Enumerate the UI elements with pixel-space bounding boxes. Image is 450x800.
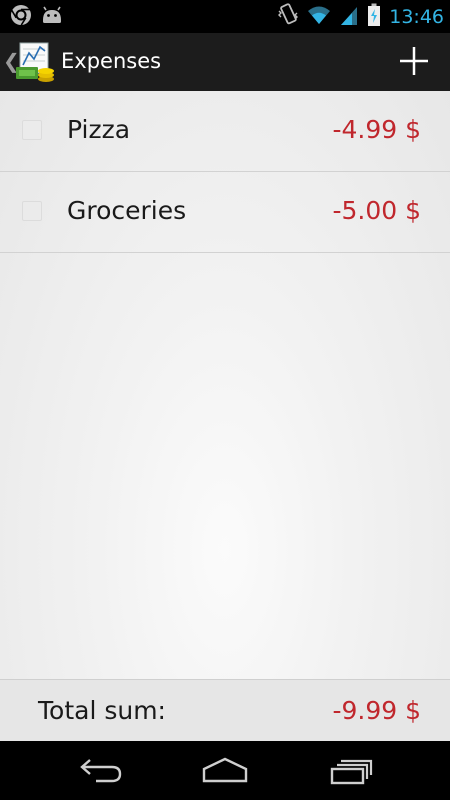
android-icon (40, 4, 64, 30)
status-bar: 13:46 (0, 0, 450, 33)
plus-icon (400, 47, 428, 75)
expense-amount: -5.00 $ (332, 196, 421, 225)
status-left (10, 4, 64, 30)
total-bar: Total sum: -9.99 $ (0, 679, 450, 742)
back-button[interactable] (78, 755, 124, 789)
expense-name: Pizza (67, 115, 131, 144)
expense-name: Groceries (67, 196, 187, 225)
expense-row[interactable]: Pizza -4.99 $ (0, 91, 450, 172)
back-icon (80, 759, 122, 783)
expense-checkbox[interactable] (22, 120, 42, 140)
battery-charging-icon (367, 3, 381, 31)
expense-amount: -4.99 $ (332, 115, 421, 144)
expense-list: Pizza -4.99 $ Groceries -5.00 $ (0, 91, 450, 679)
home-button[interactable] (201, 755, 249, 789)
add-expense-button[interactable] (396, 43, 432, 79)
phone-screen: 13:46 ❮ Expenses Pizza -4.99 $ Groceries… (0, 0, 450, 800)
chrome-icon (10, 4, 32, 30)
action-bar: ❮ Expenses (0, 33, 450, 93)
expense-checkbox[interactable] (22, 201, 42, 221)
app-title: Expenses (61, 49, 162, 73)
total-label: Total sum: (38, 696, 166, 725)
navigation-bar (0, 741, 450, 800)
status-right: 13:46 (277, 3, 444, 31)
signal-icon (339, 4, 359, 30)
status-time: 13:46 (389, 6, 444, 28)
expense-row[interactable]: Groceries -5.00 $ (0, 172, 450, 253)
wifi-icon (307, 4, 331, 30)
expenses-app-icon[interactable] (14, 41, 56, 83)
vibrate-icon (277, 3, 299, 31)
total-value: -9.99 $ (332, 696, 421, 725)
recent-apps-button[interactable] (329, 755, 375, 789)
recent-apps-icon (330, 759, 373, 785)
home-icon (202, 757, 248, 783)
